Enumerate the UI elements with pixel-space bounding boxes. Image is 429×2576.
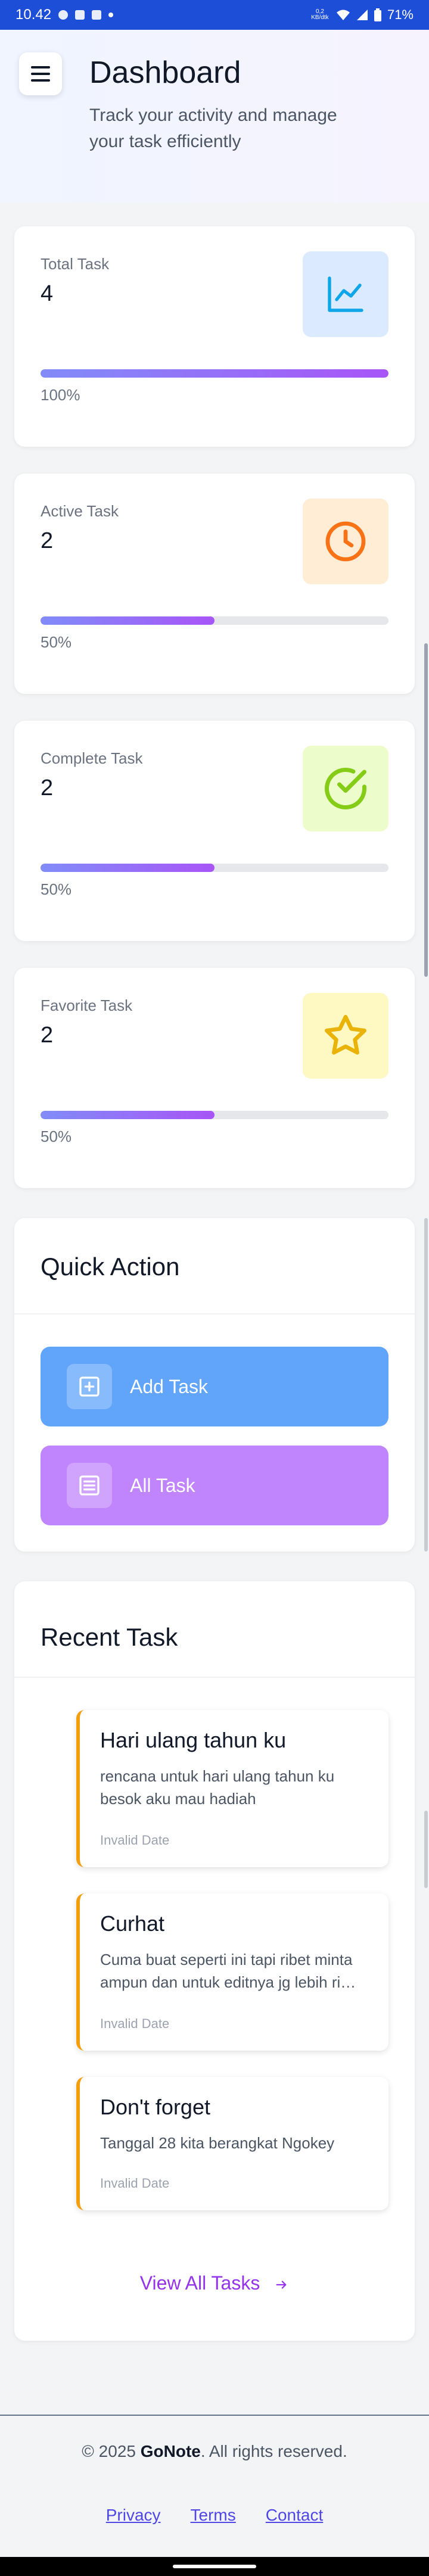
stat-card-total: Total Task 4 100%	[14, 226, 415, 447]
stat-value: 4	[41, 281, 54, 306]
stat-label: Active Task	[41, 502, 119, 520]
wifi-icon	[336, 10, 350, 20]
progress-bar	[41, 616, 388, 625]
signal-icon	[356, 10, 368, 20]
progress-bar	[41, 864, 388, 872]
progress-label: 50%	[41, 1127, 72, 1145]
stat-icon-box	[303, 251, 388, 337]
copyright-prefix: © 2025	[82, 2442, 141, 2460]
dashboard-header: Dashboard Track your activity and manage…	[0, 30, 429, 203]
terms-link[interactable]: Terms	[191, 2506, 236, 2525]
stat-card-complete: Complete Task 2 50%	[14, 721, 415, 941]
arrow-right-icon	[276, 2281, 287, 2289]
stat-label: Favorite Task	[41, 996, 133, 1014]
add-task-label: Add Task	[130, 1375, 209, 1397]
task-date: Invalid Date	[100, 1833, 170, 1848]
stat-icon-box	[303, 993, 388, 1079]
menu-button[interactable]	[19, 52, 62, 95]
divider	[14, 1677, 415, 1678]
line-chart-icon	[328, 276, 363, 312]
progress-bar	[41, 369, 388, 378]
list-icon	[67, 1463, 112, 1508]
clock-icon	[325, 521, 366, 562]
dot-icon	[108, 13, 114, 17]
task-date: Invalid Date	[100, 2176, 170, 2191]
contact-link[interactable]: Contact	[266, 2506, 324, 2525]
progress-label: 50%	[41, 633, 72, 651]
battery-icon	[374, 8, 381, 21]
scrollbar[interactable]	[424, 1811, 428, 1888]
section-title-quick-action: Quick Action	[41, 1253, 180, 1281]
status-bar-left: 10.42	[15, 7, 114, 23]
task-description-line: ampun dan untuk editnya jg lebih ribet..…	[100, 1973, 362, 1991]
copyright-suffix: . All rights reserved.	[200, 2442, 347, 2460]
task-description: Cuma buat seperti ini tapi ribet minta a…	[100, 1948, 374, 1993]
task-description-line: Cuma buat seperti ini tapi ribet minta	[100, 1951, 353, 1968]
task-date: Invalid Date	[100, 2016, 170, 2031]
progress-label: 50%	[41, 880, 72, 898]
status-time: 10.42	[15, 7, 52, 23]
progress-bar	[41, 1111, 388, 1119]
briefcase-icon	[75, 10, 85, 20]
task-title: Hari ulang tahun ku	[100, 1728, 287, 1752]
home-gesture-handle[interactable]	[173, 2565, 256, 2568]
stat-label: Complete Task	[41, 749, 143, 767]
status-bar: 10.42 0,2 KB/dtk 71%	[0, 0, 429, 30]
all-task-label: All Task	[130, 1474, 195, 1496]
quick-action-card: Quick Action Add Task All Task	[14, 1218, 415, 1552]
task-item[interactable]: Hari ulang tahun ku rencana untuk hari u…	[76, 1710, 388, 1867]
network-speed: 0,2 KB/dtk	[311, 8, 329, 21]
system-navigation-bar	[0, 2557, 429, 2576]
privacy-link[interactable]: Privacy	[106, 2506, 161, 2525]
footer-copyright: © 2025 GoNote. All rights reserved.	[0, 2442, 429, 2461]
footer-divider	[0, 2415, 429, 2416]
task-title: Don't forget	[100, 2095, 210, 2119]
all-task-button[interactable]: All Task	[41, 1446, 388, 1525]
stat-icon-box	[303, 499, 388, 584]
footer-links: Privacy Terms Contact	[0, 2506, 429, 2525]
star-icon	[325, 1015, 366, 1055]
mail-icon	[92, 10, 102, 20]
notification-icon	[58, 10, 69, 20]
divider	[14, 1313, 415, 1315]
stat-value: 2	[41, 775, 54, 800]
view-all-label: View All Tasks	[139, 2272, 260, 2294]
status-bar-right: 0,2 KB/dtk 71%	[310, 7, 414, 23]
stat-label: Total Task	[41, 255, 110, 273]
view-all-tasks-link[interactable]: View All Tasks	[14, 2272, 415, 2294]
page-title: Dashboard	[89, 55, 241, 90]
stat-card-active: Active Task 2 50%	[14, 474, 415, 694]
scrollbar[interactable]	[424, 1218, 428, 1552]
stat-value: 2	[41, 528, 54, 553]
add-task-button[interactable]: Add Task	[41, 1347, 388, 1426]
battery-level: 71%	[387, 7, 414, 22]
stat-value: 2	[41, 1023, 54, 1048]
page-subtitle: Track your activity and manage your task…	[89, 105, 337, 151]
section-title-recent-task: Recent Task	[41, 1623, 178, 1651]
page: Dashboard Track your activity and manage…	[0, 30, 429, 2576]
brand-name: GoNote	[140, 2442, 201, 2460]
stat-card-favorite: Favorite Task 2 50%	[14, 968, 415, 1188]
task-description: rencana untuk hari ulang tahun ku besok …	[100, 1767, 335, 1808]
recent-task-card: Recent Task Hari ulang tahun ku rencana …	[14, 1581, 415, 2341]
stat-icon-box	[303, 746, 388, 831]
task-title: Curhat	[100, 1911, 165, 1936]
task-description: Tanggal 28 kita berangkat Ngokey	[100, 2134, 335, 2152]
plus-square-icon	[67, 1364, 112, 1409]
task-item[interactable]: Don't forget Tanggal 28 kita berangkat N…	[76, 2077, 388, 2210]
progress-label: 100%	[41, 386, 80, 404]
task-item[interactable]: Curhat Cuma buat seperti ini tapi ribet …	[76, 1893, 388, 2051]
check-circle-icon	[325, 768, 366, 809]
hamburger-icon	[31, 66, 50, 82]
scrollbar[interactable]	[424, 643, 428, 977]
